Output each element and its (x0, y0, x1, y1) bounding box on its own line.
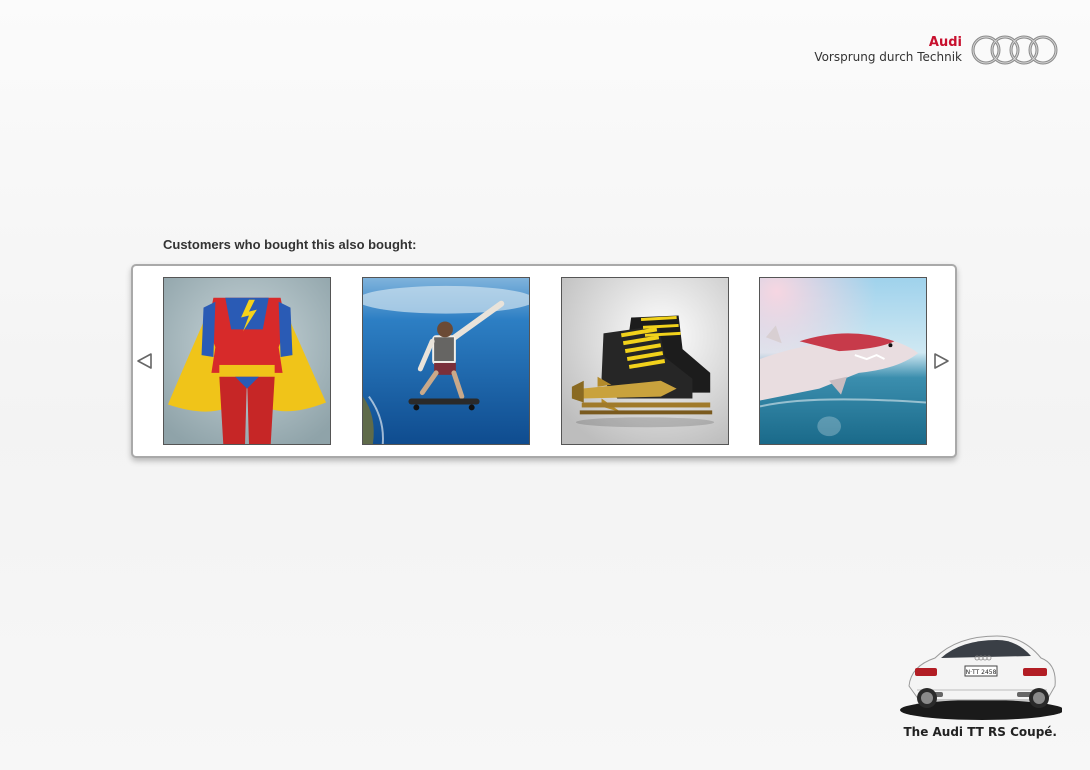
rocket-ice-skates-photo (562, 278, 728, 444)
brand-name: Audi (928, 35, 962, 50)
svg-text:N·TT 2458: N·TT 2458 (966, 669, 997, 676)
chevron-right-icon (934, 353, 949, 369)
carousel-prev-button[interactable] (136, 352, 154, 370)
skydiving-skateboarder-photo (363, 278, 529, 444)
product-thumbnail-shark-jetski[interactable] (759, 277, 927, 445)
product-thumbnail-rocket-skates[interactable] (561, 277, 729, 445)
carousel-title: Customers who bought this also bought: (163, 237, 417, 252)
carousel-next-button[interactable] (932, 352, 950, 370)
product-thumbnail-superhero[interactable] (163, 277, 331, 445)
chevron-left-icon (137, 353, 152, 369)
four-rings-icon (971, 35, 1058, 65)
audi-tt-rs-coupe-photo: N·TT 2458 (900, 635, 1062, 720)
product-carousel (131, 264, 957, 458)
brand-tagline: Vorsprung durch Technik (814, 50, 962, 64)
car-image: N·TT 2458 (897, 628, 1062, 723)
brand-logo: Audi Vorsprung durch Technik (814, 33, 1060, 67)
shark-jet-ski-photo (760, 278, 926, 444)
brand-text: Audi Vorsprung durch Technik (814, 35, 962, 65)
superhero-costume-photo (164, 278, 330, 444)
product-thumbnail-skydiver[interactable] (362, 277, 530, 445)
car-caption: The Audi TT RS Coupé. (903, 725, 1057, 739)
